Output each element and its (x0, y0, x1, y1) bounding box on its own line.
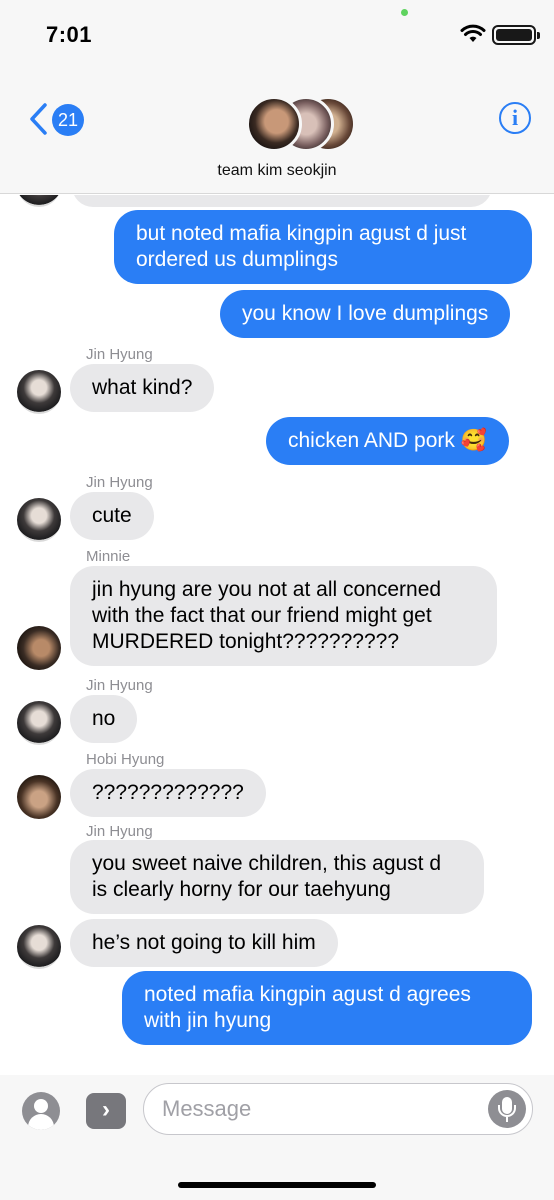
message-bubble[interactable]: you sweet naive children, this agust d i… (70, 840, 484, 914)
status-bar: 7:01 (0, 0, 554, 70)
message-bubble[interactable]: cute (70, 492, 154, 540)
sender-name: Jin Hyung (86, 346, 153, 363)
back-button[interactable]: 21 (24, 100, 84, 140)
info-icon[interactable]: i (499, 102, 531, 134)
sender-name: Jin Hyung (86, 474, 153, 491)
avatar (17, 775, 61, 819)
message-bubble[interactable]: you know I love dumplings (220, 290, 511, 338)
message-list[interactable]: but noted mafia kingpin agust d just ord… (0, 195, 554, 1075)
avatar (17, 701, 61, 745)
apps-arrow-icon[interactable]: › (86, 1093, 126, 1129)
message-bubble[interactable]: but noted mafia kingpin agust d just ord… (114, 210, 532, 284)
partial-message-bubble (72, 195, 492, 207)
group-avatar-stack[interactable] (246, 94, 358, 154)
sender-name: Jin Hyung (86, 823, 153, 840)
avatar (17, 498, 61, 542)
home-indicator[interactable] (178, 1182, 376, 1188)
avatar (246, 96, 302, 152)
message-bubble[interactable]: he’s not going to kill him (70, 919, 338, 967)
message-bubble[interactable]: chicken AND pork 🥰 (266, 417, 509, 465)
sender-name: Jin Hyung (86, 677, 153, 694)
sender-name: Hobi Hyung (86, 751, 165, 768)
message-bubble[interactable]: no (70, 695, 138, 743)
avatar (17, 925, 61, 969)
status-time: 7:01 (46, 22, 93, 47)
unread-count-badge: 21 (52, 104, 84, 136)
message-input[interactable] (162, 1094, 482, 1124)
message-bubble[interactable]: noted mafia kingpin agust d agrees with … (122, 971, 532, 1045)
wifi-icon (460, 24, 486, 42)
contact-icon[interactable] (22, 1092, 60, 1130)
group-name[interactable]: team kim seokjin (0, 162, 554, 180)
mic-icon[interactable] (488, 1090, 526, 1128)
chevron-left-icon (30, 103, 47, 135)
avatar (17, 195, 61, 207)
message-bubble[interactable]: ????????????? (70, 769, 266, 817)
battery-icon (492, 25, 540, 45)
camera-in-use-indicator (401, 9, 408, 16)
message-input-wrapper[interactable] (143, 1083, 533, 1135)
conversation-header: 21 team kim seokjin i (0, 70, 554, 194)
message-bubble[interactable]: what kind? (70, 364, 215, 412)
message-bubble[interactable]: jin hyung are you not at all concerned w… (70, 566, 497, 666)
avatar (17, 370, 61, 414)
avatar (17, 626, 61, 670)
sender-name: Minnie (86, 548, 131, 565)
